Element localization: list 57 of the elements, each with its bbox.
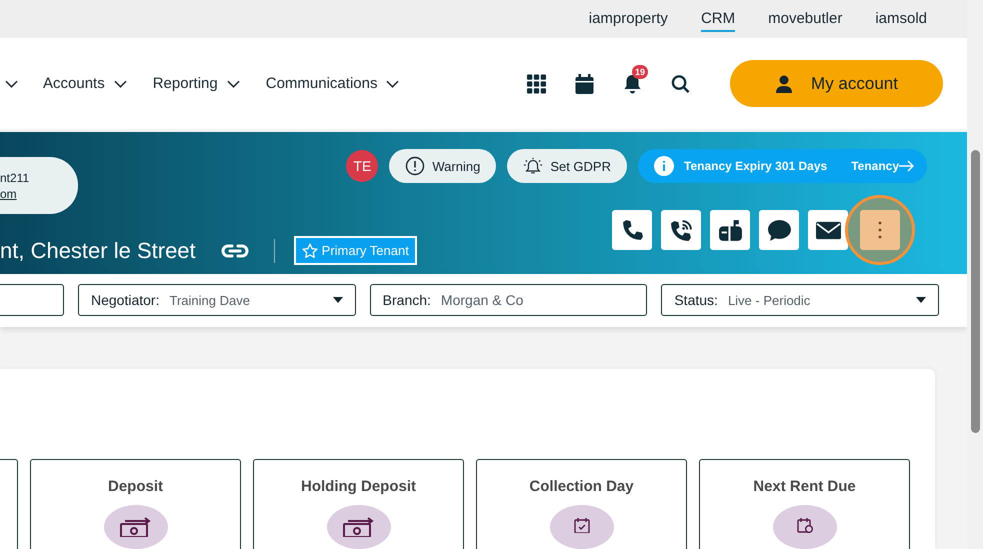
chevron-down-icon bbox=[226, 80, 240, 88]
site-link[interactable]: iamproperty bbox=[588, 6, 668, 32]
filter-value: Training Dave bbox=[169, 292, 251, 308]
filter-value: Morgan & Co bbox=[440, 292, 524, 308]
chevron-down-icon bbox=[114, 80, 127, 88]
apps-grid-icon[interactable] bbox=[527, 74, 546, 94]
bell-icon[interactable] bbox=[623, 74, 642, 94]
chat-icon bbox=[766, 218, 792, 243]
bell-icon bbox=[523, 156, 544, 176]
stat-title: Collection Day bbox=[529, 478, 634, 495]
stat-title: Next Rent Due bbox=[753, 478, 856, 495]
email-button[interactable] bbox=[808, 210, 848, 250]
link-icon[interactable] bbox=[220, 242, 249, 259]
phone-button[interactable] bbox=[612, 210, 652, 250]
mailbox-icon bbox=[718, 218, 742, 243]
filter-dropdown[interactable]: Status: Live - Periodic bbox=[661, 284, 940, 316]
filter-field[interactable]: Branch: Morgan & Co bbox=[370, 284, 648, 316]
calendar-icon[interactable] bbox=[575, 74, 594, 94]
phone-signal-icon bbox=[668, 218, 694, 243]
filter-field[interactable] bbox=[0, 284, 64, 316]
star-icon bbox=[302, 242, 318, 259]
initials-avatar: TE bbox=[346, 150, 378, 182]
notification-count: 19 bbox=[632, 64, 648, 79]
nav-menu[interactable]: Reporting bbox=[152, 75, 240, 92]
expiry-text: Tenancy Expiry 301 Days bbox=[684, 159, 828, 174]
phone-wave-button[interactable] bbox=[661, 210, 701, 250]
stat-title: Holding Deposit bbox=[301, 478, 416, 495]
caret-icon bbox=[332, 297, 343, 304]
exclamation-icon bbox=[405, 156, 426, 176]
nav-menu[interactable]: Accounts bbox=[43, 75, 127, 92]
user-icon bbox=[775, 74, 794, 93]
info-icon bbox=[654, 156, 674, 176]
site-link[interactable]: CRM bbox=[700, 6, 736, 32]
filter-label: Negotiator: bbox=[91, 292, 160, 308]
my-account-button[interactable]: My account bbox=[730, 60, 943, 108]
email-link[interactable]: om bbox=[0, 186, 78, 201]
filter-dropdown[interactable]: Negotiator: Training Dave bbox=[78, 284, 356, 316]
filter-value: Live - Periodic bbox=[728, 292, 812, 308]
mailbox-button[interactable] bbox=[710, 210, 750, 250]
property-title: nt, Chester le Street bbox=[0, 238, 196, 264]
stat-title: Deposit bbox=[108, 478, 163, 495]
status-pill[interactable]: Set GDPR bbox=[507, 149, 627, 184]
caret-icon bbox=[916, 297, 926, 304]
search-icon[interactable] bbox=[671, 74, 690, 94]
site-link[interactable]: movebutler bbox=[768, 6, 842, 32]
contact-text: nt211 bbox=[0, 170, 30, 185]
chevron-down-icon[interactable] bbox=[5, 80, 18, 88]
chat-button[interactable] bbox=[759, 210, 799, 250]
site-link[interactable]: iamsold bbox=[875, 6, 927, 32]
scrollbar-thumb[interactable] bbox=[971, 150, 980, 433]
filter-label: Status: bbox=[674, 292, 718, 308]
nav-menu[interactable]: Communications bbox=[266, 75, 400, 92]
more-icon bbox=[878, 221, 882, 240]
status-pill[interactable]: Warning bbox=[389, 149, 496, 184]
chevron-down-icon bbox=[386, 80, 400, 88]
filter-label: Branch: bbox=[382, 292, 431, 308]
arrow-right-icon bbox=[899, 160, 915, 172]
